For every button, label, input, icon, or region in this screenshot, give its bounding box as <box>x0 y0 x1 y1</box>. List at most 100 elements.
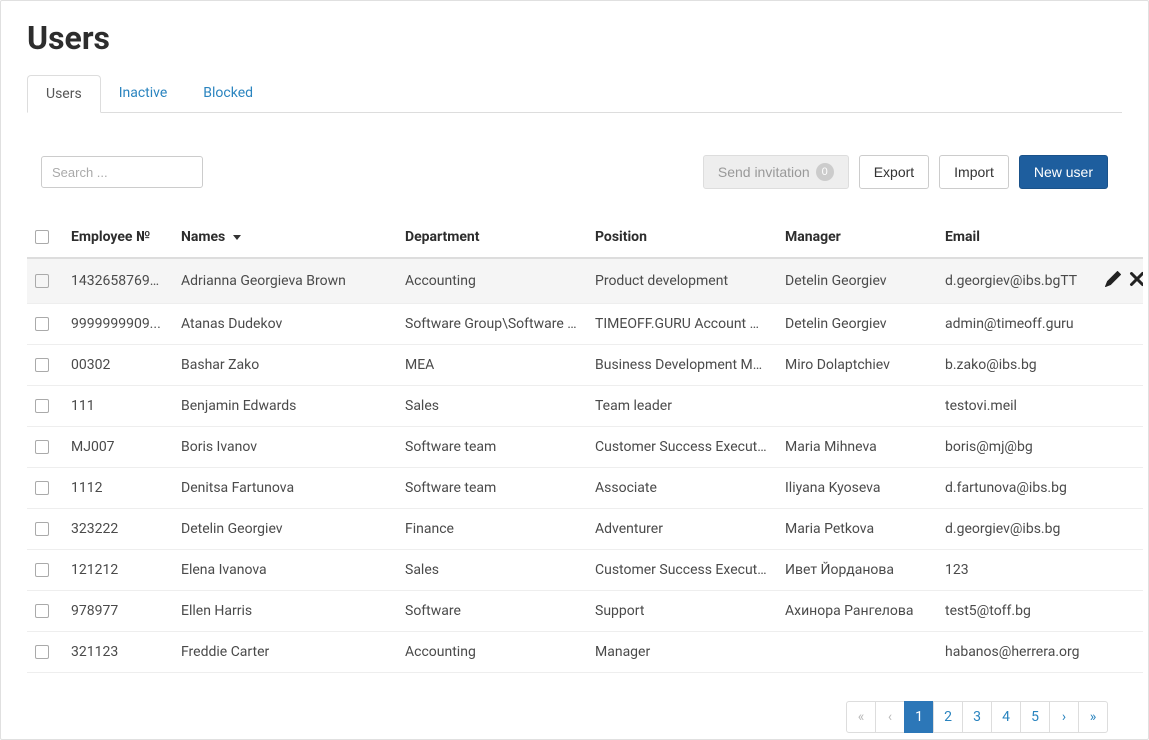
row-checkbox[interactable] <box>35 399 49 413</box>
table-row[interactable]: 143265876986Adrianna Georgieva BrownAcco… <box>27 258 1143 304</box>
cell-manager: Maria Petkova <box>777 509 937 550</box>
page-prev[interactable]: ‹ <box>875 701 905 733</box>
cell-email: d.fartunova@ibs.bg <box>937 468 1097 509</box>
table-row[interactable]: 1112Denitsa FartunovaSoftware teamAssoci… <box>27 468 1143 509</box>
row-checkbox[interactable] <box>35 440 49 454</box>
tabs: UsersInactiveBlocked <box>27 75 1122 113</box>
cell-email: 123 <box>937 550 1097 591</box>
col-names[interactable]: Names <box>173 217 397 258</box>
cell-department: Sales <box>397 550 587 591</box>
cell-email: boris@mj@bg <box>937 427 1097 468</box>
toolbar-buttons: Send invitation 0 Export Import New user <box>703 155 1108 189</box>
page-3[interactable]: 3 <box>962 701 992 733</box>
export-button[interactable]: Export <box>859 155 929 189</box>
search-input[interactable] <box>41 156 203 188</box>
cell-name: Denitsa Fartunova <box>173 468 397 509</box>
cell-employee-no: 321123 <box>63 632 173 673</box>
delete-icon[interactable] <box>1129 271 1143 291</box>
cell-email: d.georgiev@ibs.bgTT <box>937 258 1097 304</box>
cell-email: b.zako@ibs.bg <box>937 345 1097 386</box>
cell-name: Freddie Carter <box>173 632 397 673</box>
cell-position: Customer Success Executive <box>587 427 777 468</box>
page-2[interactable]: 2 <box>933 701 963 733</box>
cell-position: Support <box>587 591 777 632</box>
users-table-body: 143265876986Adrianna Georgieva BrownAcco… <box>27 258 1143 673</box>
import-button[interactable]: Import <box>939 155 1009 189</box>
cell-position: Manager <box>587 632 777 673</box>
select-all-checkbox[interactable] <box>35 230 49 244</box>
cell-email: habanos@herrera.org <box>937 632 1097 673</box>
cell-manager: Ахинора Рангелова <box>777 591 937 632</box>
col-department[interactable]: Department <box>397 217 587 258</box>
row-checkbox[interactable] <box>35 317 49 331</box>
cell-department: Software <box>397 591 587 632</box>
cell-employee-no: 9999999909... <box>63 304 173 345</box>
page-1[interactable]: 1 <box>904 701 934 733</box>
page-next[interactable]: › <box>1049 701 1079 733</box>
cell-email: d.georgiev@ibs.bg <box>937 509 1097 550</box>
cell-name: Bashar Zako <box>173 345 397 386</box>
cell-email: testovi.meil <box>937 386 1097 427</box>
cell-department: Sales <box>397 386 587 427</box>
row-checkbox[interactable] <box>35 358 49 372</box>
cell-department: Accounting <box>397 632 587 673</box>
cell-manager: Ивет Йорданова <box>777 550 937 591</box>
cell-manager: Miro Dolaptchiev <box>777 345 937 386</box>
page-first[interactable]: « <box>846 701 876 733</box>
table-row[interactable]: 00302Bashar ZakoMEABusiness Development … <box>27 345 1143 386</box>
send-invitation-count: 0 <box>816 163 834 181</box>
table-row[interactable]: 111Benjamin EdwardsSalesTeam leadertesto… <box>27 386 1143 427</box>
row-checkbox[interactable] <box>35 522 49 536</box>
toolbar: Send invitation 0 Export Import New user <box>27 155 1122 189</box>
table-row[interactable]: 9999999909...Atanas DudekovSoftware Grou… <box>27 304 1143 345</box>
cell-manager <box>777 386 937 427</box>
cell-department: Accounting <box>397 258 587 304</box>
send-invitation-button[interactable]: Send invitation 0 <box>703 155 849 189</box>
cell-department: Software team <box>397 427 587 468</box>
cell-name: Ellen Harris <box>173 591 397 632</box>
col-email[interactable]: Email <box>937 217 1097 258</box>
cell-employee-no: 978977 <box>63 591 173 632</box>
cell-manager: Detelin Georgiev <box>777 304 937 345</box>
cell-name: Atanas Dudekov <box>173 304 397 345</box>
cell-department: MEA <box>397 345 587 386</box>
table-row[interactable]: 978977Ellen HarrisSoftwareSupportАхинора… <box>27 591 1143 632</box>
page-4[interactable]: 4 <box>991 701 1021 733</box>
cell-employee-no: 143265876986 <box>63 258 173 304</box>
page-last[interactable]: » <box>1078 701 1108 733</box>
cell-name: Benjamin Edwards <box>173 386 397 427</box>
col-employee-no[interactable]: Employee № <box>63 217 173 258</box>
send-invitation-label: Send invitation <box>718 164 810 180</box>
table-row[interactable]: MJ007Boris IvanovSoftware teamCustomer S… <box>27 427 1143 468</box>
cell-department: Software team <box>397 468 587 509</box>
col-manager[interactable]: Manager <box>777 217 937 258</box>
pagination: «‹12345›» <box>27 701 1122 733</box>
tab-inactive[interactable]: Inactive <box>101 75 186 112</box>
cell-position: Product development <box>587 258 777 304</box>
table-row[interactable]: 121212Elena IvanovaSalesCustomer Success… <box>27 550 1143 591</box>
page-5[interactable]: 5 <box>1020 701 1050 733</box>
cell-employee-no: MJ007 <box>63 427 173 468</box>
row-checkbox[interactable] <box>35 274 49 288</box>
cell-department: Software Group\Software D... <box>397 304 587 345</box>
row-checkbox[interactable] <box>35 645 49 659</box>
tab-blocked[interactable]: Blocked <box>185 75 271 112</box>
edit-icon[interactable] <box>1105 271 1121 291</box>
col-position[interactable]: Position <box>587 217 777 258</box>
cell-name: Detelin Georgiev <box>173 509 397 550</box>
cell-employee-no: 111 <box>63 386 173 427</box>
cell-manager: Detelin Georgiev <box>777 258 937 304</box>
cell-employee-no: 121212 <box>63 550 173 591</box>
cell-manager: Maria Mihneva <box>777 427 937 468</box>
page-title: Users <box>27 19 1122 57</box>
row-checkbox[interactable] <box>35 481 49 495</box>
table-row[interactable]: 323222Detelin GeorgievFinanceAdventurerM… <box>27 509 1143 550</box>
tab-users[interactable]: Users <box>27 75 101 113</box>
cell-name: Adrianna Georgieva Brown <box>173 258 397 304</box>
new-user-button[interactable]: New user <box>1019 155 1108 189</box>
row-checkbox[interactable] <box>35 563 49 577</box>
row-checkbox[interactable] <box>35 604 49 618</box>
table-row[interactable]: 321123Freddie CarterAccountingManager hab… <box>27 632 1143 673</box>
cell-position: Business Development Man... <box>587 345 777 386</box>
cell-employee-no: 1112 <box>63 468 173 509</box>
